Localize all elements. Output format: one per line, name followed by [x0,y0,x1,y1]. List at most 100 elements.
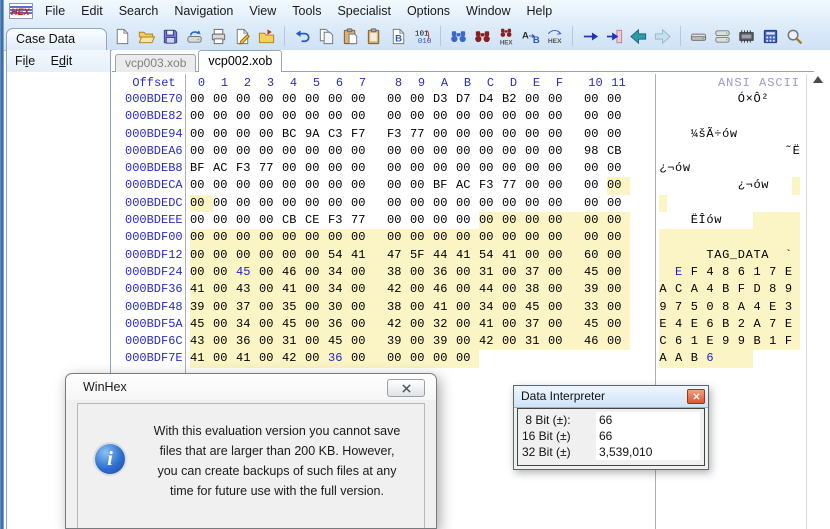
byte-cell[interactable]: 00 [410,143,433,160]
byte-cell[interactable]: 00 [607,126,630,143]
byte-cell[interactable]: 00 [584,212,607,229]
ascii-cell[interactable] [737,126,745,143]
ascii-cell[interactable]: w [730,126,738,143]
ascii-cell[interactable] [792,177,800,194]
byte-cell[interactable]: 00 [328,229,351,246]
byte-cell[interactable]: 00 [190,126,213,143]
byte-cell[interactable]: 47 [387,247,410,264]
byte-cell[interactable]: D4 [479,91,502,108]
byte-cell[interactable]: 00 [259,333,282,350]
ascii-cell[interactable] [683,108,691,125]
byte-cell[interactable]: 41 [502,247,525,264]
ascii-cell[interactable] [730,264,738,281]
ascii-cell[interactable] [698,229,706,246]
ascii-cell[interactable]: 8 [769,281,777,298]
byte-cell[interactable]: 00 [213,177,236,194]
ascii-cell[interactable] [777,281,785,298]
ascii-cell[interactable]: 7 [675,299,683,316]
ascii-cell[interactable]: ¬ [745,177,753,194]
edit-properties-icon[interactable] [232,26,253,47]
ascii-cell[interactable]: ó [753,177,761,194]
byte-cell[interactable]: 00 [213,333,236,350]
byte-cell[interactable]: 00 [351,264,374,281]
byte-cell[interactable]: 00 [190,195,213,212]
ascii-cell[interactable] [761,126,769,143]
byte-cell[interactable]: 00 [259,350,282,367]
ascii-cell[interactable] [675,229,683,246]
ascii-cell[interactable] [730,316,738,333]
ascii-cell[interactable] [667,264,675,281]
ascii-cell[interactable] [777,91,785,108]
row-offset[interactable]: 000BDF48 [125,299,183,316]
byte-cell[interactable]: AC [213,160,236,177]
byte-cell[interactable]: 00 [259,229,282,246]
tab-vcp003.xob[interactable]: vcp003.xob [115,54,196,72]
byte-cell[interactable]: 00 [607,333,630,350]
byte-cell[interactable]: 00 [410,177,433,194]
byte-cell[interactable]: 77 [259,160,282,177]
byte-cell[interactable]: F7 [351,126,374,143]
ascii-cell[interactable]: F [690,264,698,281]
byte-cell[interactable]: 00 [433,350,456,367]
ascii-cell[interactable] [753,143,761,160]
ascii-cell[interactable]: ¼ [690,126,698,143]
ascii-cell[interactable]: D [753,281,761,298]
row-offset[interactable]: 000BDF36 [125,281,183,298]
ascii-cell[interactable] [698,299,706,316]
byte-cell[interactable]: 00 [548,247,571,264]
ascii-cell[interactable] [792,229,800,246]
byte-cell[interactable]: 00 [351,143,374,160]
byte-cell[interactable]: 00 [433,212,456,229]
ascii-cell[interactable] [675,195,683,212]
ascii-cell[interactable] [683,212,691,229]
byte-cell[interactable]: 43 [236,281,259,298]
open-folder-icon[interactable] [136,26,157,47]
search-magnifier-icon[interactable] [784,26,805,47]
byte-cell[interactable]: 00 [548,281,571,298]
byte-cell[interactable]: 00 [607,247,630,264]
back-icon[interactable] [628,26,649,47]
byte-cell[interactable]: 00 [236,108,259,125]
ascii-cell[interactable] [737,195,745,212]
ascii-cell[interactable]: × [745,91,753,108]
menu-navigation[interactable]: Navigation [166,0,241,22]
ascii-cell[interactable] [753,160,761,177]
ascii-cell[interactable] [730,229,738,246]
byte-cell[interactable]: 60 [584,247,607,264]
byte-cell[interactable]: 00 [236,126,259,143]
byte-cell[interactable]: 00 [351,108,374,125]
ascii-cell[interactable] [745,195,753,212]
byte-cell[interactable]: 00 [387,229,410,246]
byte-cell[interactable]: 41 [351,247,374,264]
byte-cell[interactable]: 32 [433,316,456,333]
ascii-cell[interactable] [722,143,730,160]
byte-cell[interactable]: 00 [190,91,213,108]
row-offset[interactable]: 000BDF12 [125,247,183,264]
byte-cell[interactable]: 00 [259,108,282,125]
byte-cell[interactable]: 00 [387,91,410,108]
ascii-cell[interactable] [698,264,706,281]
ascii-cell[interactable] [659,91,667,108]
ascii-cell[interactable] [722,350,730,367]
ascii-cell[interactable] [753,126,761,143]
byte-cell[interactable]: 00 [282,229,305,246]
byte-cell[interactable]: 00 [190,212,213,229]
ascii-cell[interactable]: E [769,299,777,316]
menu-tools[interactable]: Tools [284,0,329,22]
row-offset[interactable]: 000BDEDC [125,195,183,212]
ascii-cell[interactable]: 0 [706,299,714,316]
byte-cell[interactable]: CB [282,212,305,229]
byte-cell[interactable]: 00 [305,177,328,194]
byte-cell[interactable]: 41 [479,316,502,333]
ascii-cell[interactable] [714,264,722,281]
ascii-cell[interactable]: C [659,333,667,350]
byte-cell[interactable]: 31 [282,333,305,350]
ascii-cell[interactable] [792,212,800,229]
byte-cell[interactable]: 00 [433,126,456,143]
byte-cell[interactable]: 00 [433,143,456,160]
ascii-cell[interactable] [675,126,683,143]
ascii-cell[interactable] [659,212,667,229]
byte-cell[interactable]: F3 [236,160,259,177]
ascii-cell[interactable] [792,281,800,298]
ascii-cell[interactable] [714,143,722,160]
